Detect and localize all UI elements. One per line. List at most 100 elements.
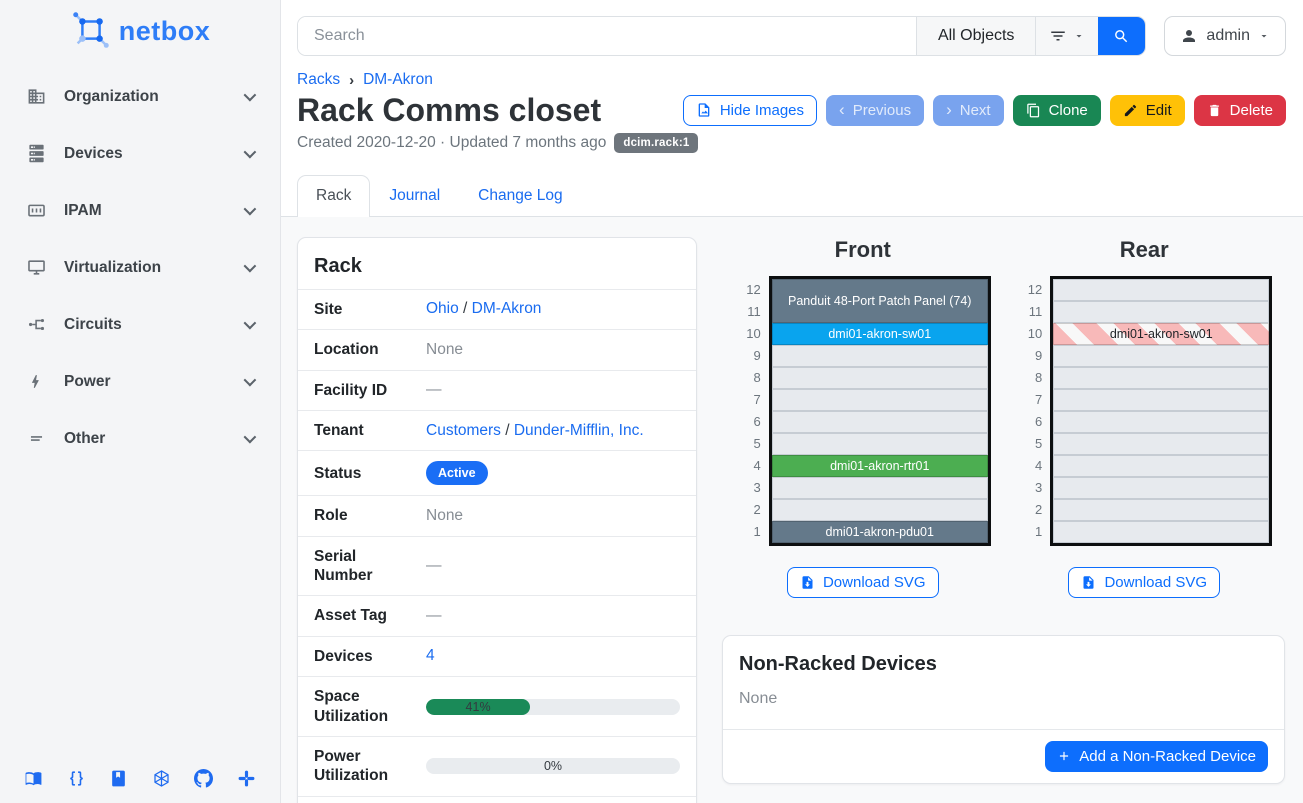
search-submit-button[interactable] bbox=[1098, 17, 1145, 55]
chevron-down-icon bbox=[244, 374, 257, 387]
row-value: 0% bbox=[410, 736, 696, 796]
sidebar-item-devices[interactable]: Devices bbox=[0, 125, 280, 182]
rear-rack-wrap: 121110987654321 dmi01-akron-sw01 bbox=[1016, 276, 1272, 546]
copy-icon bbox=[1026, 103, 1041, 118]
tab-change-log[interactable]: Change Log bbox=[459, 175, 581, 216]
rack-device-dmi01-akron-rtr01[interactable]: dmi01-akron-rtr01 bbox=[772, 455, 988, 477]
table-row: Space Utilization41% bbox=[298, 677, 696, 737]
sidebar-item-label: Virtualization bbox=[64, 259, 161, 277]
value-muted: — bbox=[426, 381, 442, 398]
user-menu-button[interactable]: admin bbox=[1164, 16, 1286, 56]
monitor-icon bbox=[27, 258, 49, 277]
row-value: Active bbox=[410, 451, 696, 496]
file-download-icon bbox=[1081, 575, 1096, 590]
docs-book-icon[interactable] bbox=[24, 769, 43, 788]
person-icon bbox=[1180, 27, 1198, 45]
rack-device-dmi01-akron-sw01[interactable]: dmi01-akron-sw01 bbox=[1053, 323, 1269, 345]
download-svg-button-rear[interactable]: Download SVG bbox=[1068, 567, 1220, 598]
sidebar-item-power[interactable]: Power bbox=[0, 353, 280, 410]
sidebar-item-label: Other bbox=[64, 430, 105, 448]
value-link-ohio[interactable]: Ohio bbox=[426, 300, 459, 317]
breadcrumb-separator: › bbox=[349, 72, 354, 89]
sidebar-item-label: Organization bbox=[64, 88, 159, 106]
user-menu-label: admin bbox=[1206, 27, 1250, 45]
sidebar-item-organization[interactable]: Organization bbox=[0, 68, 280, 125]
delete-button[interactable]: Delete bbox=[1194, 95, 1286, 126]
sidebar-footer bbox=[0, 769, 280, 803]
rack-unit-slot bbox=[1053, 345, 1269, 367]
download-svg-button-front[interactable]: Download SVG bbox=[787, 567, 939, 598]
rack-unit-slot bbox=[772, 499, 988, 521]
table-row: SiteOhio / DM-Akron bbox=[298, 289, 696, 329]
unit-label: 10 bbox=[735, 323, 761, 345]
edit-button[interactable]: Edit bbox=[1110, 95, 1185, 126]
elevations-row: Front 121110987654321 Panduit 48-Port Pa… bbox=[722, 237, 1285, 598]
unit-label: 6 bbox=[1016, 411, 1042, 433]
rack-device-dmi01-akron-pdu01[interactable]: dmi01-akron-pdu01 bbox=[772, 521, 988, 543]
previous-button[interactable]: ‹ Previous bbox=[826, 95, 924, 126]
value-link-customers[interactable]: Customers bbox=[426, 422, 501, 439]
rear-unit-numbers: 121110987654321 bbox=[1016, 276, 1042, 546]
breadcrumb-link-racks[interactable]: Racks bbox=[297, 71, 340, 89]
row-label: Site bbox=[298, 289, 410, 329]
rear-rack-diagram: dmi01-akron-sw01 bbox=[1050, 276, 1272, 546]
sidebar-item-circuits[interactable]: Circuits bbox=[0, 296, 280, 353]
power-utilization-bar: 0% bbox=[426, 758, 680, 774]
rear-elevation: Rear 121110987654321 dmi01-akron-sw01 Do… bbox=[1004, 237, 1286, 598]
row-label: Asset Tag bbox=[298, 596, 410, 636]
unit-label: 8 bbox=[1016, 367, 1042, 389]
hide-images-button[interactable]: Hide Images bbox=[683, 95, 817, 126]
clone-button[interactable]: Clone bbox=[1013, 95, 1101, 126]
tab-rack[interactable]: Rack bbox=[297, 175, 370, 217]
rack-unit-slot bbox=[1053, 301, 1269, 323]
search-scope-button[interactable]: All Objects bbox=[916, 17, 1035, 55]
sidebar-nav: Organization DevicesIPAM Virtualization Cir… bbox=[0, 56, 280, 467]
sidebar-item-label: Circuits bbox=[64, 316, 122, 334]
slack-icon[interactable] bbox=[237, 769, 256, 788]
tab-journal[interactable]: Journal bbox=[370, 175, 459, 216]
add-non-racked-device-button[interactable]: Add a Non-Racked Device bbox=[1045, 741, 1268, 772]
rack-unit-slot bbox=[1053, 521, 1269, 543]
netbox-logo[interactable]: netbox bbox=[70, 10, 211, 52]
caret-down-icon bbox=[1073, 30, 1085, 42]
value-link-dm-akron[interactable]: DM-Akron bbox=[472, 300, 542, 317]
github-icon[interactable] bbox=[194, 769, 213, 788]
app-root: netbox Organization DevicesIPAM Virtualiza… bbox=[0, 0, 1303, 803]
value-link-4[interactable]: 4 bbox=[426, 647, 435, 664]
row-label: Serial Number bbox=[298, 536, 410, 596]
rack-device-dmi01-akron-sw01[interactable]: dmi01-akron-sw01 bbox=[772, 323, 988, 345]
rack-unit-slot bbox=[1053, 477, 1269, 499]
search-scope-label: All Objects bbox=[938, 27, 1014, 45]
table-row: Serial Number— bbox=[298, 536, 696, 596]
rack-device-panduit-48-port-patch-panel-74[interactable]: Panduit 48-Port Patch Panel (74) bbox=[772, 279, 988, 323]
unit-label: 1 bbox=[1016, 521, 1042, 543]
graphql-icon[interactable] bbox=[152, 769, 171, 788]
sidebar-item-ipam[interactable]: IPAM bbox=[0, 182, 280, 239]
sidebar-item-other[interactable]: Other bbox=[0, 410, 280, 467]
chevron-down-icon bbox=[244, 203, 257, 216]
next-button[interactable]: › Next bbox=[933, 95, 1004, 126]
sidebar-item-virtualization[interactable]: Virtualization bbox=[0, 239, 280, 296]
server-icon bbox=[27, 144, 49, 163]
unit-label: 9 bbox=[1016, 345, 1042, 367]
unit-label: 3 bbox=[1016, 477, 1042, 499]
search-filter-button[interactable] bbox=[1035, 17, 1098, 55]
value-link-dunder-mifflin-inc[interactable]: Dunder-Mifflin, Inc. bbox=[514, 422, 644, 439]
unit-label: 12 bbox=[735, 279, 761, 301]
page-header: All Objects admin Racks›DM bbox=[281, 0, 1303, 217]
unit-label: 2 bbox=[735, 499, 761, 521]
journal-book-icon[interactable] bbox=[109, 769, 128, 788]
rack-unit-slot bbox=[1053, 389, 1269, 411]
rack-unit-slot bbox=[772, 389, 988, 411]
row-value: None bbox=[410, 496, 696, 536]
rack-unit-slot bbox=[772, 367, 988, 389]
file-image-icon bbox=[696, 102, 712, 118]
unit-label: 7 bbox=[735, 389, 761, 411]
breadcrumb-link-dm-akron[interactable]: DM-Akron bbox=[363, 71, 433, 89]
rack-unit-slot bbox=[1053, 367, 1269, 389]
topbar: All Objects admin bbox=[297, 16, 1286, 56]
value-muted: None bbox=[426, 341, 463, 358]
search-input[interactable] bbox=[298, 17, 916, 55]
api-braces-icon[interactable] bbox=[67, 769, 86, 788]
chevron-down-icon bbox=[244, 260, 257, 273]
